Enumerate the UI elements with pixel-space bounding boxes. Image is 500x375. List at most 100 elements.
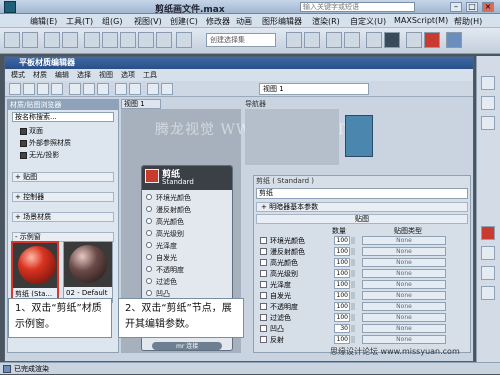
render-frame-icon[interactable] (424, 32, 440, 48)
spinner-icon[interactable] (351, 237, 355, 244)
map-slot-button[interactable]: None (362, 269, 446, 278)
slate-menu-mode[interactable]: 模式 (11, 70, 25, 80)
move-icon[interactable] (120, 32, 136, 48)
assign-to-selection-icon[interactable] (37, 83, 49, 95)
node-mr-connection[interactable]: mr 连接 (152, 342, 222, 350)
slate-menu-tools[interactable]: 工具 (143, 70, 157, 80)
input-socket-icon[interactable] (146, 266, 152, 272)
menu-edit[interactable]: 编辑(E) (30, 16, 57, 27)
map-enable-checkbox[interactable] (260, 292, 267, 299)
layout-children-icon[interactable] (129, 83, 141, 95)
input-socket-icon[interactable] (146, 194, 152, 200)
app-logo-icon[interactable] (4, 1, 16, 13)
spinner-icon[interactable] (351, 303, 355, 310)
layer-icon[interactable] (326, 32, 342, 48)
map-enable-checkbox[interactable] (260, 248, 267, 255)
hierarchy-panel-icon[interactable] (481, 116, 495, 130)
map-slot-button[interactable]: None (362, 313, 446, 322)
map-enable-checkbox[interactable] (260, 314, 267, 321)
menu-create[interactable]: 创建(C) (170, 16, 198, 27)
map-amount-field[interactable]: 100 (334, 291, 350, 300)
map-enable-checkbox[interactable] (260, 336, 267, 343)
spinner-icon[interactable] (351, 259, 355, 266)
create-panel-icon[interactable] (481, 76, 495, 90)
map-slot-button[interactable]: None (362, 324, 446, 333)
redo-icon[interactable] (22, 32, 38, 48)
material-map-navigator-icon[interactable] (147, 83, 159, 95)
map-slot-button[interactable]: None (362, 335, 446, 344)
undo-icon[interactable] (4, 32, 20, 48)
map-enable-checkbox[interactable] (260, 270, 267, 277)
material-item-matte-shadow[interactable]: 无光/投影 (20, 150, 59, 160)
menu-modifiers[interactable]: 修改器 (206, 16, 230, 27)
spinner-icon[interactable] (351, 292, 355, 299)
map-enable-checkbox[interactable] (260, 259, 267, 266)
put-to-scene-icon[interactable] (23, 83, 35, 95)
input-socket-icon[interactable] (146, 218, 152, 224)
menu-tools[interactable]: 工具(T) (66, 16, 93, 27)
pan-icon[interactable] (481, 286, 495, 300)
input-socket-icon[interactable] (146, 254, 152, 260)
spinner-icon[interactable] (351, 270, 355, 277)
spinner-icon[interactable] (351, 281, 355, 288)
material-item-double-sided[interactable]: 双面 (20, 126, 43, 136)
map-amount-field[interactable]: 100 (334, 269, 350, 278)
parameter-editor-icon[interactable] (161, 83, 173, 95)
material-editor-icon[interactable] (384, 32, 400, 48)
select-by-name-icon[interactable] (102, 32, 118, 48)
unlink-icon[interactable] (62, 32, 78, 48)
curve-editor-icon[interactable] (344, 32, 360, 48)
menu-graph-editors[interactable]: 图形编辑器 (262, 16, 302, 27)
slate-menu-material[interactable]: 材质 (33, 70, 47, 80)
close-button[interactable]: × (482, 2, 494, 12)
map-amount-field[interactable]: 100 (334, 335, 350, 344)
input-socket-icon[interactable] (146, 242, 152, 248)
map-enable-checkbox[interactable] (260, 325, 267, 332)
menu-views[interactable]: 视图(V) (134, 16, 162, 27)
spinner-icon[interactable] (351, 248, 355, 255)
map-enable-checkbox[interactable] (260, 303, 267, 310)
mirror-icon[interactable] (286, 32, 302, 48)
map-enable-checkbox[interactable] (260, 237, 267, 244)
slate-menu-select[interactable]: 选择 (77, 70, 91, 80)
slate-menu-options[interactable]: 选项 (121, 70, 135, 80)
map-slot-button[interactable]: None (362, 302, 446, 311)
menu-rendering[interactable]: 渲染(R) (312, 16, 340, 27)
input-socket-icon[interactable] (146, 230, 152, 236)
rollout-maps[interactable]: 贴图 (256, 214, 468, 224)
modify-panel-icon[interactable] (481, 96, 495, 110)
input-socket-icon[interactable] (146, 278, 152, 284)
menu-customize[interactable]: 自定义(U) (350, 16, 386, 27)
scale-icon[interactable] (156, 32, 172, 48)
group-controllers[interactable]: + 控制器 (12, 192, 114, 202)
layout-all-icon[interactable] (115, 83, 127, 95)
delete-icon[interactable] (51, 83, 63, 95)
zoom-icon[interactable] (481, 266, 495, 280)
map-enable-checkbox[interactable] (260, 281, 267, 288)
snap-icon[interactable] (176, 32, 192, 48)
map-amount-field[interactable]: 100 (334, 247, 350, 256)
navigator-thumbnail[interactable] (345, 115, 373, 157)
lock-icon[interactable] (481, 246, 495, 260)
rotate-icon[interactable] (138, 32, 154, 48)
input-socket-icon[interactable] (146, 290, 152, 296)
select-icon[interactable] (84, 32, 100, 48)
map-amount-field[interactable]: 30 (334, 324, 350, 333)
map-amount-field[interactable]: 100 (334, 302, 350, 311)
move-children-icon[interactable] (69, 83, 81, 95)
pick-material-icon[interactable] (9, 83, 21, 95)
rollout-shader-basic[interactable]: + 明暗器基本参数 (256, 202, 468, 212)
slate-menu-view[interactable]: 视图 (99, 70, 113, 80)
background-icon[interactable] (97, 83, 109, 95)
menu-animation[interactable]: 动画 (236, 16, 252, 27)
map-slot-button[interactable]: None (362, 247, 446, 256)
slate-menu-edit[interactable]: 编辑 (55, 70, 69, 80)
map-slot-button[interactable]: None (362, 291, 446, 300)
map-amount-field[interactable]: 100 (334, 258, 350, 267)
align-icon[interactable] (304, 32, 320, 48)
help-search-input[interactable]: 输入关键字或短语 (300, 2, 415, 12)
menu-maxscript[interactable]: MAXScript(M) (394, 16, 448, 25)
group-maps[interactable]: + 贴图 (12, 172, 114, 182)
browser-search-input[interactable]: 按名称搜索... (12, 112, 114, 122)
selection-set-combo[interactable]: 创建选择集 (206, 33, 276, 47)
